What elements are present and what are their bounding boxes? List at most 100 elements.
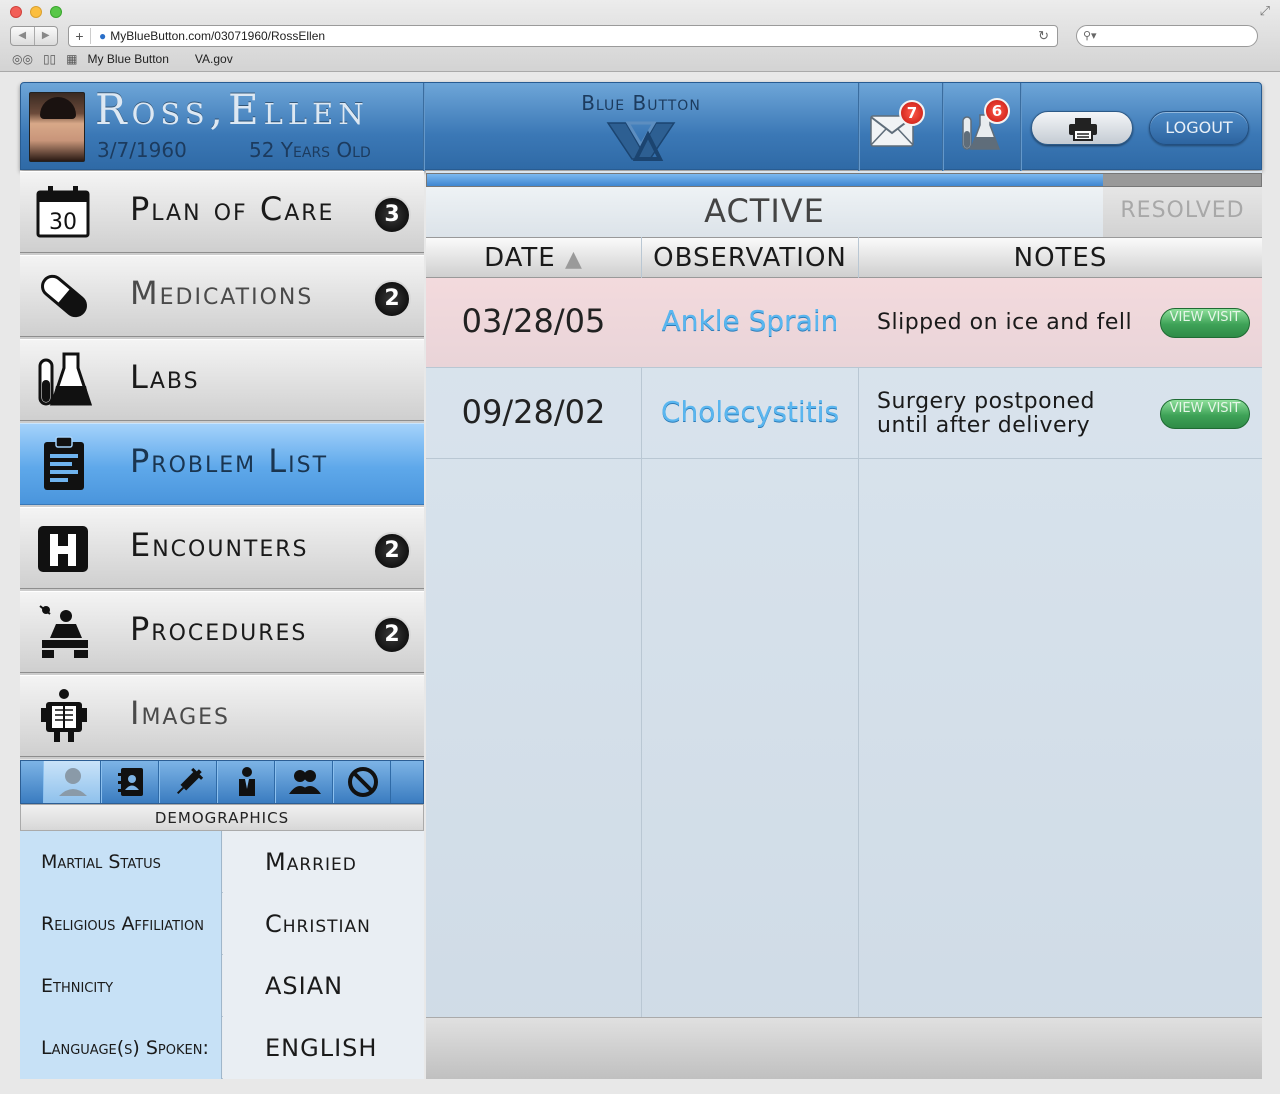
tab-resolved[interactable]: RESOLVED (1103, 187, 1262, 237)
tab-allergies[interactable] (333, 761, 391, 803)
demographics-row: Ethnicity ASIAN (20, 955, 424, 1017)
person-icon (59, 768, 87, 796)
sidebar-nav: 30 Plan of Care 3 Medications 2 Labs Pro… (20, 171, 424, 759)
new-tab-icon[interactable]: + (69, 28, 91, 44)
sidebar-item-problem-list[interactable]: Problem List (20, 423, 424, 505)
plan-of-care-count-badge: 3 (373, 196, 411, 234)
reload-icon[interactable]: ↻ (1038, 28, 1049, 44)
medications-count-badge: 2 (373, 280, 411, 318)
pill-icon (41, 274, 87, 318)
messages-button[interactable]: 7 (866, 100, 925, 151)
table-row[interactable]: 03/28/05 Ankle Sprain Slipped on ice and… (426, 278, 1262, 368)
app-header: Ross,Ellen 3/7/1960 52 Years Old Blue Bu… (20, 82, 1262, 171)
back-button[interactable]: ◀ (11, 27, 35, 45)
surgery-icon (39, 605, 88, 658)
demographics-key: Ethnicity (20, 955, 222, 1017)
header-divider (1020, 83, 1022, 171)
demographics-row: Religious Affiliation Christian (20, 893, 424, 955)
header-divider (942, 83, 944, 171)
reading-list-icon[interactable]: ◎◎ (12, 52, 33, 66)
progress-fill (427, 174, 1103, 186)
encounters-count-badge: 2 (373, 532, 411, 570)
family-icon (289, 770, 321, 794)
messages-count-badge: 7 (899, 100, 925, 126)
top-sites-icon[interactable]: ▦ (66, 52, 77, 66)
view-visit-button[interactable]: View Visit (1160, 399, 1250, 429)
app-title: Blue Button (581, 91, 701, 115)
sidebar-item-encounters[interactable]: Encounters 2 (20, 507, 424, 589)
sidebar-item-procedures[interactable]: Procedures 2 (20, 591, 424, 673)
sidebar-item-label: Procedures (130, 610, 308, 648)
tab-providers[interactable] (217, 761, 275, 803)
bookmark-my-blue-button[interactable]: My Blue Button (88, 52, 169, 66)
demographics-table: Martial Status Married Religious Affilia… (20, 831, 424, 1079)
demographics-key: Religious Affiliation (20, 893, 222, 955)
sidebar-item-label: Labs (130, 358, 200, 396)
flask-icon (38, 352, 92, 406)
labs-count-badge: 6 (984, 98, 1010, 124)
tab-immunizations[interactable] (159, 761, 217, 803)
sidebar-item-plan-of-care[interactable]: 30 Plan of Care 3 (20, 171, 424, 253)
header-divider (858, 83, 860, 171)
browser-chrome: ⤢ ◀ ▶ + ● MyBlueButton.com/03071960/Ross… (0, 0, 1280, 72)
bookmarks-bar: ◎◎ ▯▯ ▦ My Blue Button VA.gov (12, 52, 259, 66)
column-header-notes[interactable]: NOTES (859, 238, 1262, 277)
problem-list-panel: ACTIVE RESOLVED DATE ▲ OBSERVATION NOTES… (426, 171, 1262, 1079)
demographics-key: Language(s) Spoken: (20, 1017, 222, 1079)
url-text: MyBlueButton.com/03071960/RossEllen (110, 29, 326, 43)
demographics-value: ASIAN (223, 955, 424, 1017)
table-row[interactable]: 09/28/02 Cholecystitis Surgery postponed… (426, 369, 1262, 459)
print-button[interactable] (1031, 111, 1133, 145)
window-zoom-button[interactable] (50, 6, 62, 18)
procedures-count-badge: 2 (373, 616, 411, 654)
patient-avatar (29, 92, 85, 162)
tab-family-history[interactable] (275, 761, 333, 803)
patient-name: Ross,Ellen (95, 85, 369, 134)
calendar-icon: 30 (36, 186, 90, 238)
patient-dob: 3/7/1960 (97, 138, 187, 162)
loading-progress-bar (426, 173, 1262, 187)
address-bar[interactable]: + ● MyBlueButton.com/03071960/RossEllen … (68, 25, 1058, 47)
problem-observation-link[interactable]: Ankle Sprain (642, 278, 858, 368)
view-visit-button[interactable]: View Visit (1160, 308, 1250, 338)
demographics-value: ENGLISH (223, 1017, 424, 1079)
problem-date: 09/28/02 (461, 393, 606, 431)
column-header-date[interactable]: DATE ▲ (426, 238, 641, 277)
problem-notes: Slipped on ice and fell (877, 310, 1133, 335)
problem-observation-link[interactable]: Cholecystitis (642, 369, 858, 459)
tab-contacts[interactable] (101, 761, 159, 803)
sidebar-item-labs[interactable]: Labs (20, 339, 424, 421)
window-minimize-button[interactable] (30, 6, 42, 18)
problem-notes: Surgery postponed until after delivery (877, 389, 1096, 438)
problem-date: 03/28/05 (461, 302, 606, 340)
clipboard-icon (44, 436, 84, 490)
column-header-observation[interactable]: OBSERVATION (642, 238, 858, 277)
demographics-row: Martial Status Married (20, 831, 424, 893)
panel-footer (426, 1017, 1262, 1079)
demographics-value: Christian (223, 893, 424, 955)
forward-button[interactable]: ▶ (35, 27, 58, 45)
sidebar-item-label: Encounters (130, 526, 309, 564)
search-icon: ⚲▾ (1083, 29, 1097, 42)
nav-buttons: ◀ ▶ (10, 26, 58, 46)
tab-active[interactable]: ACTIVE (426, 187, 1103, 237)
sidebar-item-label: Plan of Care (130, 190, 335, 228)
demographics-key: Martial Status (20, 831, 222, 893)
search-input[interactable]: ⚲▾ (1076, 25, 1258, 47)
no-allergy-icon (348, 767, 378, 797)
window-close-button[interactable] (10, 6, 22, 18)
sidebar-item-label: Medications (130, 274, 314, 312)
lab-results-button[interactable]: 6 (956, 98, 1012, 153)
fullscreen-icon[interactable]: ⤢ (1260, 4, 1270, 19)
bookmark-va-gov[interactable]: VA.gov (195, 52, 233, 66)
demographics-row: Language(s) Spoken: ENGLISH (20, 1017, 424, 1079)
logout-button[interactable]: LOGOUT (1149, 111, 1249, 145)
calendar-day: 30 (49, 210, 77, 235)
demographics-value: Married (223, 831, 424, 893)
bookmarks-icon[interactable]: ▯▯ (43, 52, 56, 66)
xray-icon (41, 689, 87, 742)
tab-demographics[interactable] (43, 761, 101, 803)
sidebar-item-images[interactable]: Images (20, 675, 424, 757)
syringe-icon (176, 767, 204, 795)
sidebar-item-medications[interactable]: Medications 2 (20, 255, 424, 337)
